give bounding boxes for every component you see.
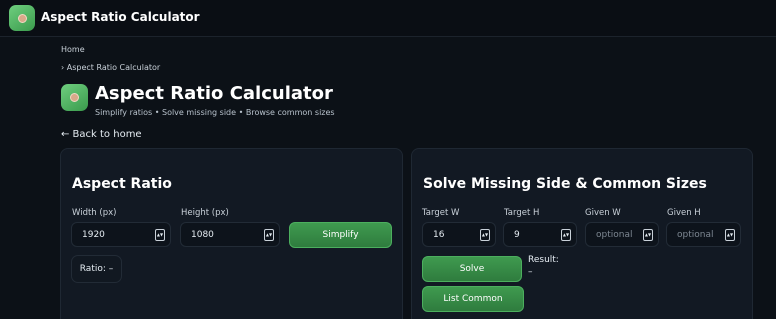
solve-button[interactable]: Solve bbox=[422, 256, 522, 282]
given-h-input[interactable]: optional ▲▼ bbox=[666, 222, 741, 247]
page-subtitle: Simplify ratios • Solve missing side • B… bbox=[95, 108, 335, 117]
target-h-value: 9 bbox=[514, 229, 520, 240]
target-w-value: 16 bbox=[433, 229, 445, 240]
breadcrumb-home[interactable]: Home bbox=[61, 45, 85, 54]
given-w-input[interactable]: optional ▲▼ bbox=[585, 222, 659, 247]
app-logo-icon[interactable] bbox=[9, 5, 35, 31]
width-value: 1920 bbox=[82, 229, 105, 240]
given-w-placeholder: optional bbox=[596, 229, 633, 240]
target-h-spinner-icon[interactable]: ▲▼ bbox=[561, 229, 571, 241]
width-input[interactable]: 1920 ▲▼ bbox=[71, 222, 171, 247]
target-w-label: Target W bbox=[422, 208, 460, 218]
list-common-button[interactable]: List Common bbox=[422, 286, 524, 312]
given-w-label: Given W bbox=[585, 208, 621, 218]
target-w-spinner-icon[interactable]: ▲▼ bbox=[480, 229, 490, 241]
app-title[interactable]: Aspect Ratio Calculator bbox=[41, 10, 200, 24]
aspect-ratio-card: Aspect Ratio Width (px) 1920 ▲▼ Height (… bbox=[60, 148, 403, 319]
given-h-spinner-icon[interactable]: ▲▼ bbox=[725, 229, 735, 241]
width-label: Width (px) bbox=[72, 208, 117, 218]
given-h-placeholder: optional bbox=[677, 229, 714, 240]
target-h-label: Target H bbox=[504, 208, 540, 218]
result-label: Result: bbox=[528, 255, 559, 265]
height-input[interactable]: 1080 ▲▼ bbox=[180, 222, 280, 247]
result-value: – bbox=[528, 267, 533, 277]
ratio-output: Ratio: – bbox=[71, 255, 122, 283]
top-bar: Aspect Ratio Calculator bbox=[0, 0, 776, 37]
height-value: 1080 bbox=[191, 229, 214, 240]
solve-title: Solve Missing Side & Common Sizes bbox=[423, 176, 707, 192]
page-title: Aspect Ratio Calculator bbox=[95, 83, 333, 104]
simplify-button[interactable]: Simplify bbox=[289, 222, 392, 248]
solve-card: Solve Missing Side & Common Sizes Target… bbox=[411, 148, 753, 319]
back-home-link[interactable]: ← Back to home bbox=[61, 129, 142, 140]
given-h-label: Given H bbox=[667, 208, 701, 218]
height-label: Height (px) bbox=[181, 208, 229, 218]
given-w-spinner-icon[interactable]: ▲▼ bbox=[643, 229, 653, 241]
height-spinner-icon[interactable]: ▲▼ bbox=[264, 229, 274, 241]
page-logo-icon bbox=[61, 84, 88, 111]
aspect-ratio-title: Aspect Ratio bbox=[72, 176, 172, 192]
breadcrumb-current: › Aspect Ratio Calculator bbox=[61, 63, 161, 72]
width-spinner-icon[interactable]: ▲▼ bbox=[155, 229, 165, 241]
target-w-input[interactable]: 16 ▲▼ bbox=[422, 222, 496, 247]
target-h-input[interactable]: 9 ▲▼ bbox=[503, 222, 577, 247]
